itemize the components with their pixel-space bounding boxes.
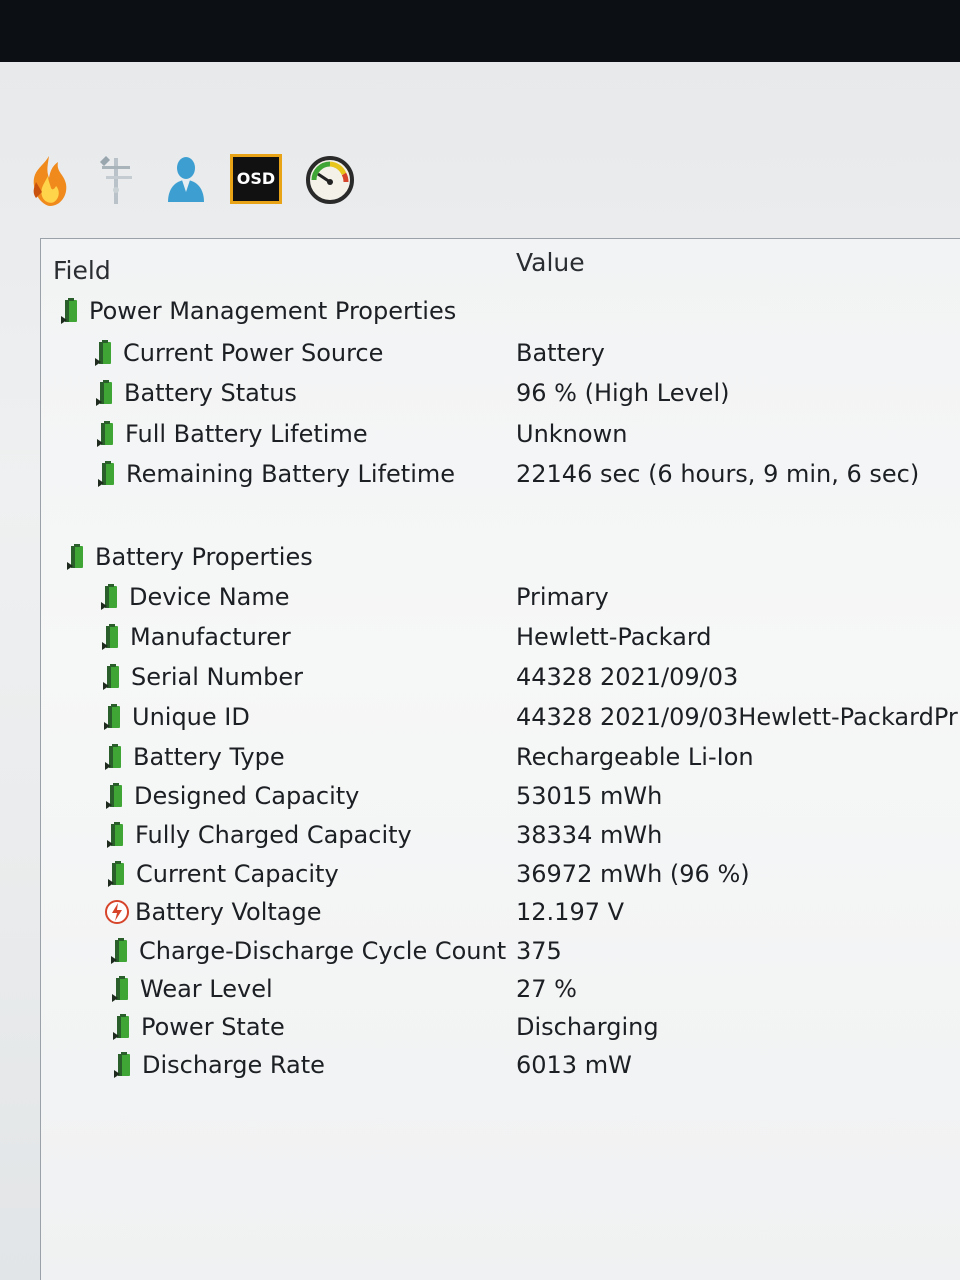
list-item[interactable]: Battery Status 96 % (High Level) xyxy=(41,373,960,413)
list-item[interactable]: Remaining Battery Lifetime 22146 sec (6 … xyxy=(41,454,960,494)
battery-icon xyxy=(67,544,83,570)
voltage-icon xyxy=(105,900,129,924)
gauge-icon[interactable] xyxy=(304,152,360,208)
list-item[interactable]: Current Capacity 36972 mWh (96 %) xyxy=(41,854,960,894)
group-battery-properties[interactable]: Battery Properties xyxy=(41,537,960,577)
battery-icon xyxy=(104,704,120,730)
osd-icon[interactable]: OSD xyxy=(230,154,282,204)
list-item[interactable]: Battery Type Rechargeable Li-Ion xyxy=(41,737,960,777)
osd-label: OSD xyxy=(236,169,276,188)
battery-icon xyxy=(113,1014,129,1040)
list-item[interactable]: Fully Charged Capacity 38334 mWh xyxy=(41,815,960,855)
list-item[interactable]: Serial Number 44328 2021/09/03 xyxy=(41,657,960,697)
battery-icon xyxy=(105,744,121,770)
app-window: OSD Field Value Power Management Propert… xyxy=(0,62,960,1280)
battery-icon xyxy=(95,340,111,366)
battery-icon xyxy=(111,938,127,964)
list-item[interactable]: Wear Level 27 % xyxy=(41,969,960,1009)
user-icon[interactable] xyxy=(160,152,216,208)
battery-icon xyxy=(97,421,113,447)
battery-icon xyxy=(112,976,128,1002)
list-item[interactable]: Battery Voltage 12.197 V xyxy=(41,892,960,932)
battery-icon xyxy=(61,298,77,324)
battery-icon xyxy=(102,624,118,650)
table-header: Field Value xyxy=(41,248,960,291)
battery-icon xyxy=(114,1052,130,1078)
list-item[interactable]: Discharge Rate 6013 mW xyxy=(41,1045,960,1085)
battery-icon xyxy=(96,380,112,406)
battery-icon xyxy=(108,861,124,887)
properties-table: Field Value Power Management Properties … xyxy=(40,238,960,1280)
column-header-field[interactable]: Field xyxy=(53,251,111,291)
list-item[interactable]: Designed Capacity 53015 mWh xyxy=(41,776,960,816)
list-item[interactable]: Current Power Source Battery xyxy=(41,333,960,373)
list-item[interactable]: Charge-Discharge Cycle Count 375 xyxy=(41,931,960,971)
flame-icon[interactable] xyxy=(24,152,80,208)
group-power-management[interactable]: Power Management Properties xyxy=(41,291,960,331)
battery-icon xyxy=(107,822,123,848)
toolbar: OSD xyxy=(24,152,424,212)
battery-icon xyxy=(103,664,119,690)
column-header-value[interactable]: Value xyxy=(516,243,585,283)
battery-icon xyxy=(106,783,122,809)
tools-icon[interactable] xyxy=(92,152,148,208)
list-item[interactable]: Full Battery Lifetime Unknown xyxy=(41,414,960,454)
battery-icon xyxy=(98,461,114,487)
list-item[interactable]: Manufacturer Hewlett-Packard xyxy=(41,617,960,657)
list-item[interactable]: Unique ID 44328 2021/09/03Hewlett-Packar… xyxy=(41,697,960,737)
battery-icon xyxy=(101,584,117,610)
list-item[interactable]: Device Name Primary xyxy=(41,577,960,617)
list-item[interactable]: Power State Discharging xyxy=(41,1007,960,1047)
